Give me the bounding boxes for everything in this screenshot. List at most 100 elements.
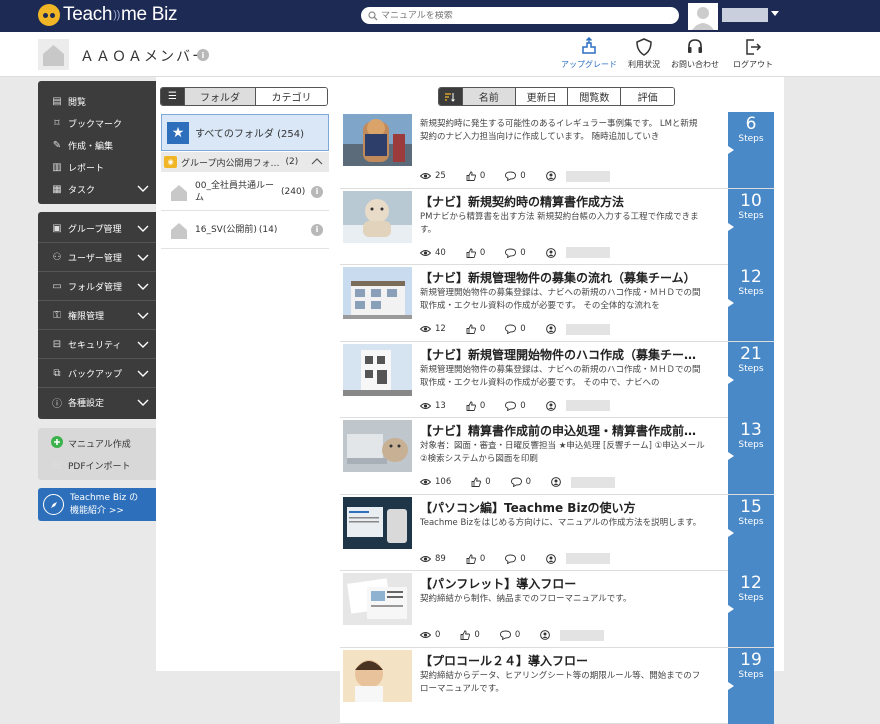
manual-card[interactable]: 【パソコン編】Teachme Bizの使い方 Teachme Bizをはじめる方…: [340, 495, 774, 572]
manual-card[interactable]: 【ナビ】新規管理開始物件のハコ作成（募集チー… 新規管理開始物件の募集登録は、ナ…: [340, 342, 774, 419]
group-folder-count: (2): [285, 157, 298, 167]
manual-thumbnail[interactable]: [343, 573, 412, 625]
manual-card[interactable]: 新規契約時に発生する可能性のあるイレギュラー事例集です。 LMと新規契約のナビ入…: [340, 112, 774, 189]
manual-thumbnail[interactable]: [343, 191, 412, 243]
pdf-import-button[interactable]: ▤PDFインポート: [38, 454, 156, 476]
author-name-redacted: [571, 477, 615, 488]
sidebar-item-group-admin[interactable]: ▣グループ管理: [38, 214, 156, 243]
comment-count-value: 0: [520, 401, 525, 411]
view-count: 40: [420, 248, 446, 258]
chevron-up-icon[interactable]: [311, 156, 323, 166]
chevron-down-icon: [137, 281, 149, 291]
author: [546, 248, 560, 258]
teachme-logo[interactable]: Teach))me Biz: [38, 4, 177, 26]
create-manual-button[interactable]: マニュアル作成: [38, 432, 156, 454]
manual-thumbnail[interactable]: [343, 497, 412, 549]
author-icon: [540, 630, 550, 640]
manual-card[interactable]: 【ナビ】新規契約時の精算書作成方法 PMナビから精算書を出す方法 新規契約台帳の…: [340, 189, 774, 266]
sort-by-updated[interactable]: 更新日: [516, 88, 569, 105]
info-icon[interactable]: i: [311, 186, 323, 198]
feature-intro-banner[interactable]: Teachme Biz の機能紹介 >>: [38, 488, 156, 521]
backup-icon: ⧉: [50, 368, 64, 379]
author-name-redacted: [566, 247, 610, 258]
info-icon[interactable]: i: [311, 224, 323, 236]
sidebar-item-user-admin[interactable]: ⚇ユーザー管理: [38, 243, 156, 272]
sidebar-item-settings[interactable]: ⓘ各種設定: [38, 388, 156, 417]
tab-folder[interactable]: フォルダ: [185, 88, 256, 105]
manual-title[interactable]: 【パソコン編】Teachme Bizの使い方: [420, 499, 705, 516]
like-count-value: 0: [480, 171, 485, 181]
manual-card[interactable]: 【パンフレット】導入フロー 契約締結から制作、納品までのフローマニュアルです。 …: [340, 571, 774, 648]
sidebar-item-bookmark[interactable]: ⌑ブックマーク: [38, 112, 156, 134]
steps-badge: 13 Steps: [728, 418, 774, 494]
manual-card[interactable]: 【ナビ】精算書作成前の申込処理・精算書作成前… 対象者：図面・審査・日曜反響担当…: [340, 418, 774, 495]
sidebar-item-permission-admin[interactable]: ⚿権限管理: [38, 301, 156, 330]
comment-count: 0: [505, 554, 525, 564]
manual-description: 新規管理開始物件の募集登録は、ナビへの新規のハコ作成・ＭＨＤでの間取作成・エクセ…: [420, 364, 705, 390]
logout-button[interactable]: ログアウト: [733, 37, 773, 70]
list-view-icon[interactable]: ☰: [161, 88, 185, 105]
sort-icon[interactable]: [439, 88, 463, 105]
search-icon: [368, 11, 378, 21]
manual-card[interactable]: 【プロコール２４】導入フロー 契約締結からデータ、ヒアリングシート等の期限ルール…: [340, 648, 774, 724]
search-bar[interactable]: [361, 7, 679, 24]
info-icon[interactable]: i: [197, 49, 209, 61]
sidebar-item-security[interactable]: ⊟セキュリティ: [38, 330, 156, 359]
sidebar-item-label: 各種設定: [68, 396, 104, 409]
manual-thumbnail[interactable]: [343, 267, 412, 319]
chevron-down-icon: [137, 252, 149, 262]
author: [546, 554, 560, 564]
manual-title[interactable]: 【ナビ】新規管理物件の募集の流れ（募集チーム）: [420, 269, 705, 286]
sidebar-item-edit[interactable]: ✎作成・編集: [38, 134, 156, 156]
folder-item[interactable]: 00_全社員共通ルーム (240) i: [161, 173, 329, 211]
manual-title[interactable]: 【プロコール２４】導入フロー: [420, 652, 705, 669]
contact-button[interactable]: お問い合わせ: [671, 37, 719, 70]
sidebar-item-task[interactable]: ▦タスク: [38, 178, 156, 200]
group-folder-header[interactable]: ◉ グループ内公開用フォ… (2): [161, 152, 329, 172]
upgrade-label: アップグレード: [561, 59, 617, 70]
user-name-redacted[interactable]: [722, 8, 768, 22]
avatar[interactable]: [688, 3, 718, 30]
tab-category[interactable]: カテゴリ: [256, 88, 327, 105]
sidebar-item-label: ユーザー管理: [68, 251, 122, 264]
author-name-redacted: [560, 630, 604, 641]
manual-thumbnail[interactable]: [343, 420, 412, 472]
manual-list: 新規契約時に発生する可能性のあるイレギュラー事例集です。 LMと新規契約のナビ入…: [340, 112, 774, 724]
sort-by-rating[interactable]: 評価: [621, 88, 674, 105]
manual-thumbnail[interactable]: [343, 114, 412, 166]
manual-stats: 13 0 0: [420, 400, 610, 411]
search-input[interactable]: [381, 11, 679, 21]
view-count-value: 25: [435, 171, 446, 181]
steps-label: Steps: [738, 364, 763, 374]
manual-stats: 0 0 0: [420, 630, 604, 641]
chevron-down-icon[interactable]: [771, 11, 779, 16]
sidebar-item-browse[interactable]: ▤閲覧: [38, 90, 156, 112]
sidebar-item-report[interactable]: ▥レポート: [38, 156, 156, 178]
folder-icon: ▭: [50, 281, 64, 292]
folder-item[interactable]: 16_SV(公開前) (14) i: [161, 211, 329, 249]
usage-button[interactable]: 利用状況: [628, 37, 660, 70]
manual-title[interactable]: 【ナビ】新規管理開始物件のハコ作成（募集チー…: [420, 346, 705, 363]
manual-stats: 106 0 0: [420, 477, 615, 488]
manual-thumbnail[interactable]: [343, 344, 412, 396]
chevron-down-icon: [137, 310, 149, 320]
steps-count: 13: [740, 420, 762, 440]
usage-label: 利用状況: [628, 59, 660, 70]
upgrade-button[interactable]: アップグレード: [561, 37, 617, 70]
like-count: 0: [471, 477, 490, 487]
sidebar-item-backup[interactable]: ⧉バックアップ: [38, 359, 156, 388]
group-folder-icon: ◉: [164, 156, 177, 168]
manual-card[interactable]: 【ナビ】新規管理物件の募集の流れ（募集チーム） 新規管理開始物件の募集登録は、ナ…: [340, 265, 774, 342]
like-count-value: 0: [485, 477, 490, 487]
sort-by-views[interactable]: 閲覧数: [568, 88, 621, 105]
key-icon: ⚿: [50, 310, 64, 321]
manual-title[interactable]: 【パンフレット】導入フロー: [420, 575, 705, 592]
logout-icon: [743, 37, 763, 57]
view-count: 25: [420, 171, 446, 181]
manual-title[interactable]: 【ナビ】新規契約時の精算書作成方法: [420, 193, 705, 210]
sort-by-name[interactable]: 名前: [463, 88, 516, 105]
manual-thumbnail[interactable]: [343, 650, 412, 702]
manual-title[interactable]: 【ナビ】精算書作成前の申込処理・精算書作成前…: [420, 422, 705, 439]
all-folders-item[interactable]: ★ すべてのフォルダ (254): [161, 114, 329, 151]
sidebar-item-folder-admin[interactable]: ▭フォルダ管理: [38, 272, 156, 301]
